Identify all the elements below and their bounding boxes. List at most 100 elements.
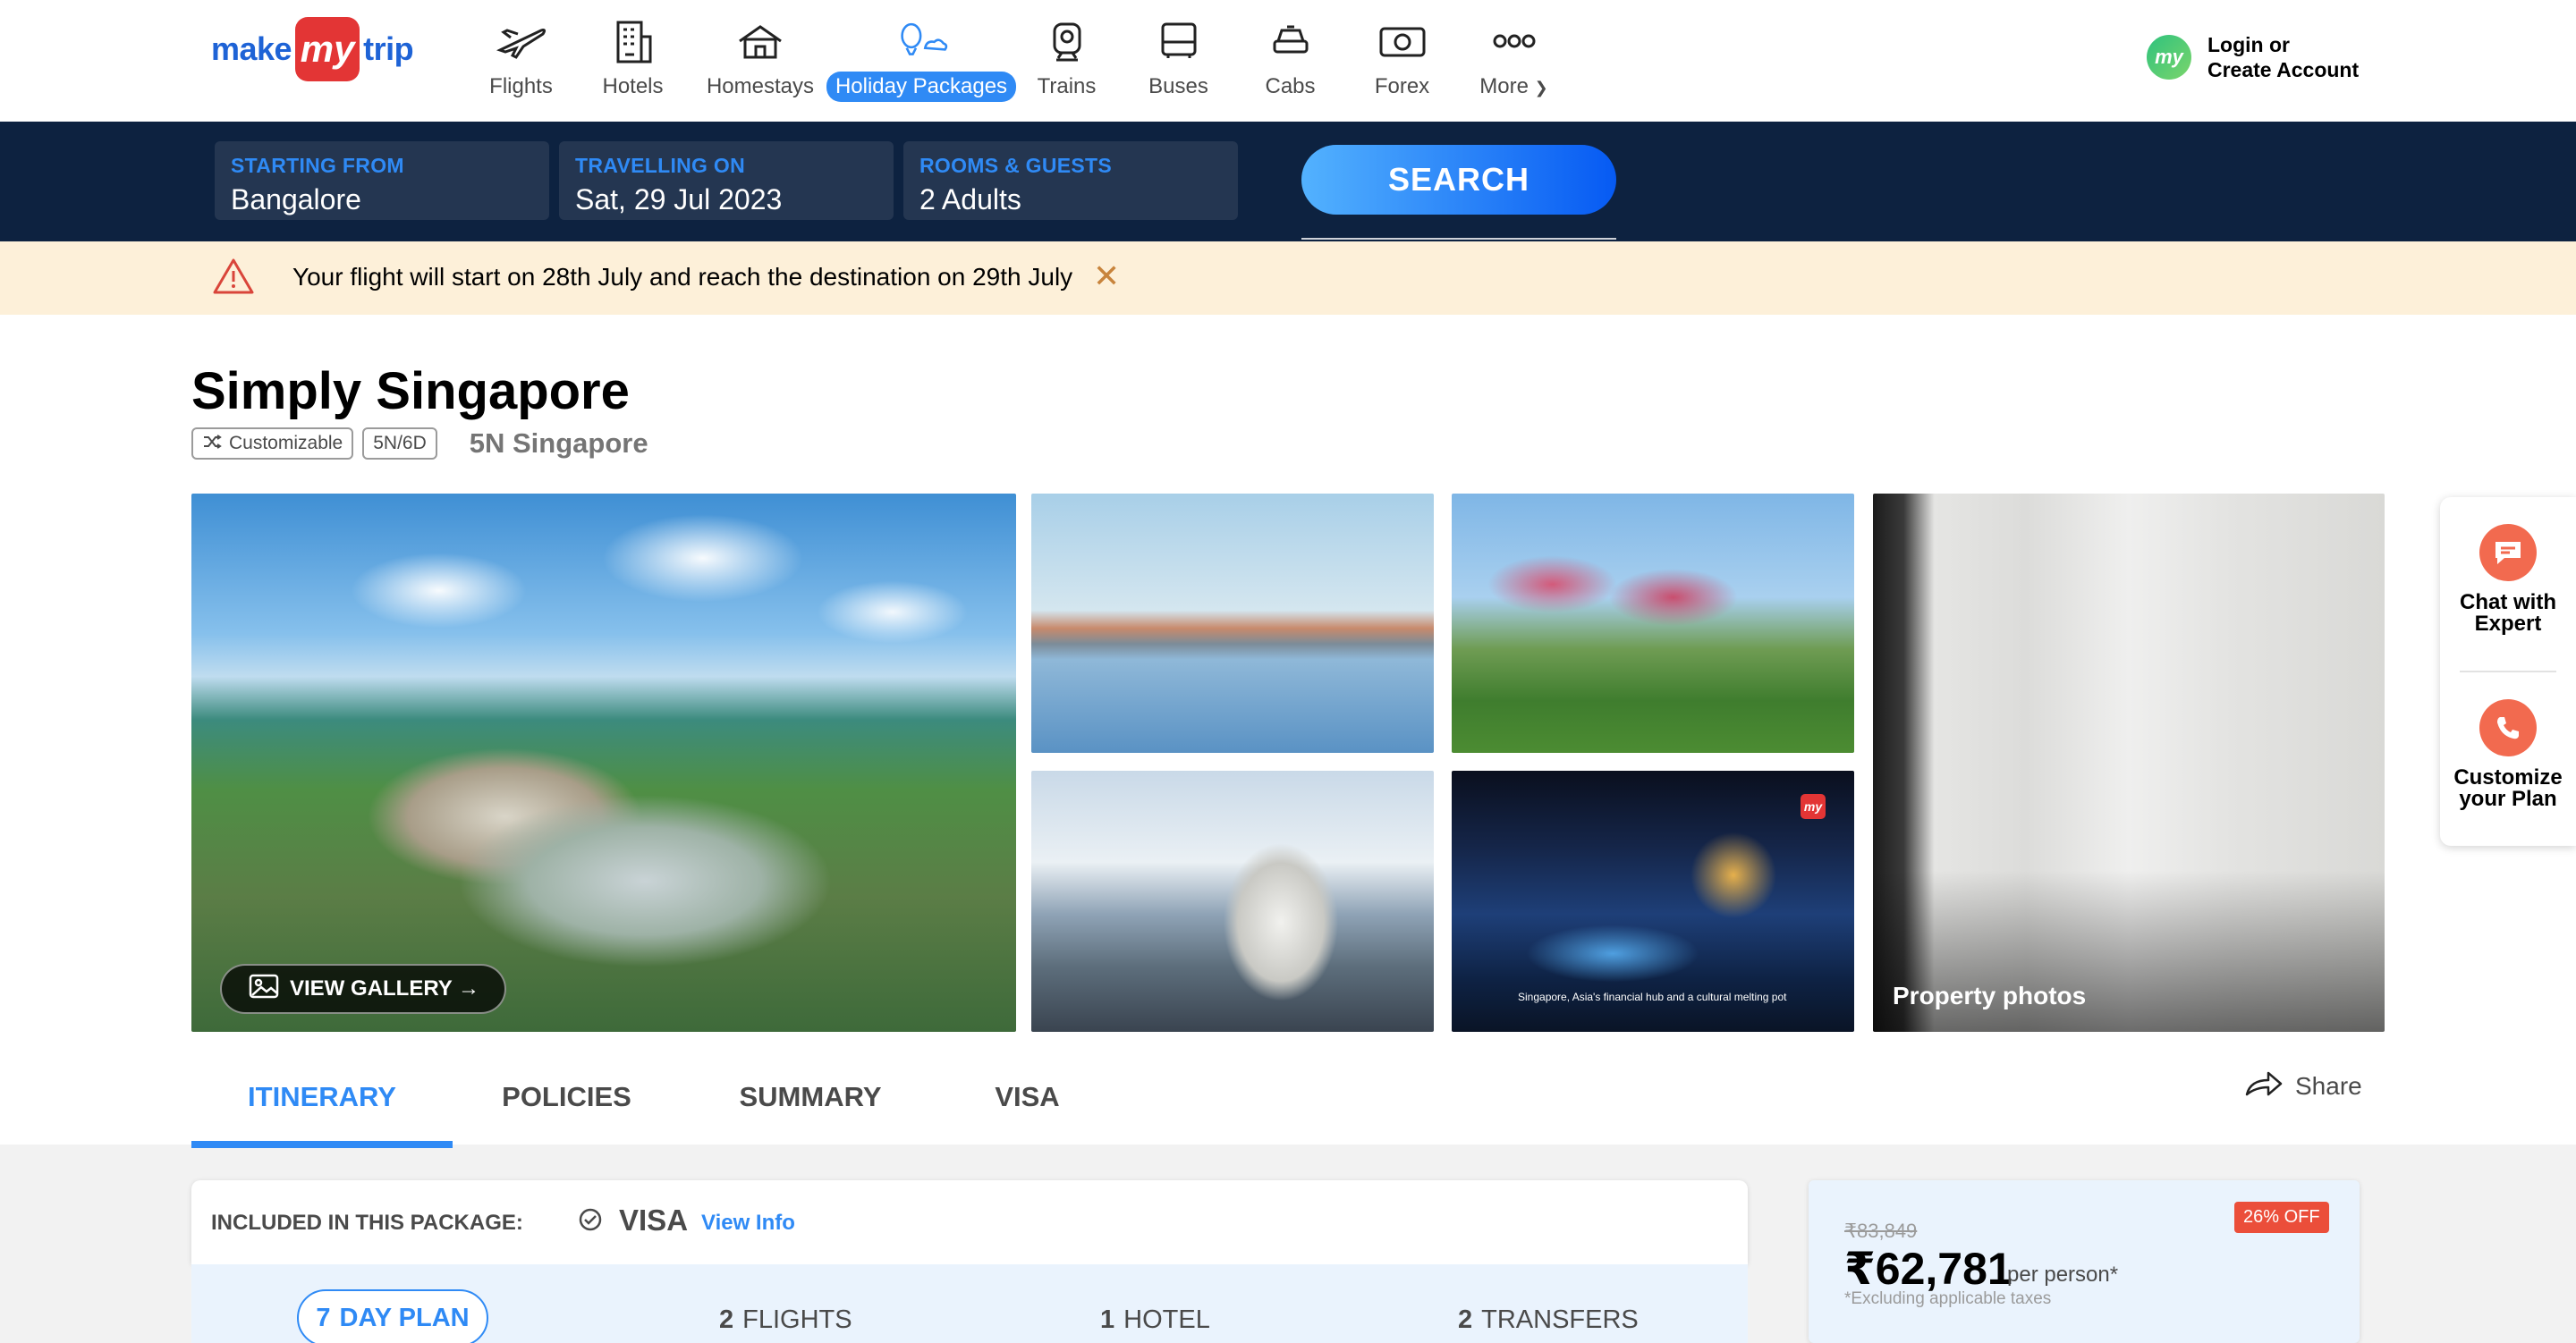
login-create-account[interactable]: my Login or Create Account: [2147, 32, 2359, 82]
hotel-building-icon: [606, 18, 660, 64]
nav-buses[interactable]: Buses: [1123, 13, 1234, 102]
search-strip: STARTING FROM Bangalore TRAVELLING ON Sa…: [0, 122, 2576, 241]
main-nav: Flights Hotels Homestays Holiday Package…: [465, 13, 1570, 111]
share-label: Share: [2295, 1071, 2362, 1100]
share-icon: [2245, 1069, 2283, 1102]
transfers-count[interactable]: 2 TRANSFERS: [1458, 1305, 1639, 1335]
logo-trip-text: trip: [363, 30, 414, 67]
nav-label: More ❯: [1470, 72, 1556, 102]
nav-flights[interactable]: Flights: [465, 13, 577, 102]
photo-caption: Singapore, Asia's financial hub and a cu…: [1518, 991, 1787, 1003]
tab-summary[interactable]: SUMMARY: [681, 1050, 940, 1145]
airplane-icon: [495, 18, 548, 64]
view-info-link[interactable]: View Info: [701, 1211, 795, 1236]
nav-label: Forex: [1374, 74, 1430, 98]
plan-label: DAY PLAN: [339, 1303, 470, 1332]
view-gallery-button[interactable]: VIEW GALLERY →: [220, 964, 507, 1014]
tab-visa[interactable]: VISA: [940, 1050, 1114, 1145]
tag-label: 5N/6D: [373, 433, 427, 453]
nav-more[interactable]: More ❯: [1458, 13, 1570, 102]
field-caption: STARTING FROM: [231, 154, 404, 177]
chat-with-expert-button[interactable]: Chat with Expert: [2440, 524, 2576, 635]
divider: [2460, 671, 2556, 672]
included-in-package-bar: INCLUDED IN THIS PACKAGE: VISA View Info: [191, 1180, 1748, 1264]
nav-cabs[interactable]: Cabs: [1234, 13, 1346, 102]
package-card: Simply Singapore Customizable 5N/6D 5N S…: [0, 315, 2576, 1148]
travelling-on-field[interactable]: TRAVELLING ON Sat, 29 Jul 2023: [559, 141, 894, 220]
price-card: ₹83,849 ₹62,781 per person* *Excluding a…: [1809, 1180, 2360, 1343]
nav-hotels[interactable]: Hotels: [577, 13, 689, 102]
property-photos[interactable]: Property photos: [1873, 494, 2385, 1032]
nav-homestays[interactable]: Homestays: [689, 13, 832, 102]
page-title: Simply Singapore: [191, 362, 630, 420]
chat-label-line2: Expert: [2474, 612, 2542, 636]
forex-card-icon: [1376, 18, 1429, 64]
field-value: Sat, 29 Jul 2023: [575, 183, 783, 215]
photo-merlion[interactable]: [1031, 771, 1434, 1032]
share-button[interactable]: Share: [2245, 1069, 2362, 1102]
flights-count[interactable]: 2 FLIGHTS: [719, 1305, 852, 1335]
property-photos-label: Property photos: [1893, 982, 2087, 1009]
rooms-guests-field[interactable]: ROOMS & GUESTS 2 Adults: [903, 141, 1238, 220]
divider: [1301, 238, 1616, 240]
makemytrip-logo[interactable]: make my trip: [211, 16, 414, 82]
main-photo-sentosa[interactable]: [191, 494, 1016, 1032]
day-plan-pill[interactable]: 7 DAY PLAN: [297, 1289, 488, 1343]
hotel-count[interactable]: 1 HOTEL: [1100, 1305, 1210, 1335]
plan-label: HOTEL: [1123, 1305, 1210, 1334]
homestay-house-icon: [733, 18, 787, 64]
phone-icon: [2479, 699, 2537, 756]
included-visa: VISA: [619, 1204, 689, 1237]
destination-text: 5N Singapore: [469, 427, 648, 459]
more-dots-icon: [1487, 18, 1541, 64]
nav-holiday-packages[interactable]: Holiday Packages: [826, 13, 1017, 102]
current-price: ₹62,781: [1844, 1244, 2012, 1294]
photo-singapore-night[interactable]: my Singapore, Asia's financial hub and a…: [1452, 771, 1854, 1032]
logo-my-badge: my: [295, 17, 360, 81]
shuffle-icon: [202, 433, 222, 454]
nav-trains[interactable]: Trains: [1011, 13, 1123, 102]
search-button[interactable]: SEARCH: [1301, 145, 1616, 215]
customize-label-line2: your Plan: [2459, 787, 2557, 811]
photo-gardens-by-the-bay[interactable]: [1452, 494, 1854, 753]
nav-label: Hotels: [602, 74, 664, 98]
plan-count: 2: [719, 1305, 734, 1334]
nav-label: Cabs: [1265, 74, 1316, 98]
warning-icon: [213, 258, 254, 300]
top-header: make my trip Flights Hotels Homestays Ho…: [0, 0, 2576, 122]
field-value: 2 Adults: [919, 183, 1021, 215]
photo-marina-bay[interactable]: [1031, 494, 1434, 753]
close-icon[interactable]: ✕: [1093, 258, 1120, 295]
included-heading: INCLUDED IN THIS PACKAGE:: [211, 1211, 523, 1235]
nav-label: Flights: [489, 74, 553, 98]
alert-message: Your flight will start on 28th July and …: [292, 263, 1073, 291]
per-person-label: per person*: [2007, 1263, 2119, 1287]
holiday-balloon-icon: [894, 18, 948, 64]
customize-plan-button[interactable]: Customize your Plan: [2440, 699, 2576, 810]
logo-make-text: make: [211, 30, 292, 67]
tag-customizable: Customizable: [191, 427, 354, 460]
nav-label: Trains: [1037, 74, 1097, 98]
nav-label: Holiday Packages: [826, 72, 1017, 102]
plan-count: 1: [1100, 1305, 1115, 1334]
login-text: Login or Create Account: [2207, 32, 2359, 82]
customize-label-line1: Customize: [2453, 765, 2563, 790]
plan-count: 7: [316, 1303, 331, 1332]
bus-icon: [1152, 18, 1206, 64]
package-tabs: ITINERARY POLICIES SUMMARY VISA: [191, 1050, 1114, 1148]
chat-label-line1: Chat with: [2460, 590, 2556, 614]
discount-badge: 26% OFF: [2234, 1202, 2329, 1233]
tag-label: Customizable: [229, 433, 343, 453]
field-value: Bangalore: [231, 183, 361, 215]
chat-icon: [2479, 524, 2537, 581]
starting-from-field[interactable]: STARTING FROM Bangalore: [215, 141, 549, 220]
more-label: More: [1479, 74, 1529, 98]
flight-alert-banner: Your flight will start on 28th July and …: [0, 241, 2576, 315]
image-icon: [249, 974, 279, 1005]
original-price: ₹83,849: [1844, 1220, 1918, 1242]
nav-forex[interactable]: Forex: [1346, 13, 1458, 102]
train-icon: [1040, 18, 1094, 64]
view-gallery-label: VIEW GALLERY →: [290, 976, 480, 1001]
tab-policies[interactable]: POLICIES: [453, 1050, 681, 1145]
tab-itinerary[interactable]: ITINERARY: [191, 1050, 453, 1148]
